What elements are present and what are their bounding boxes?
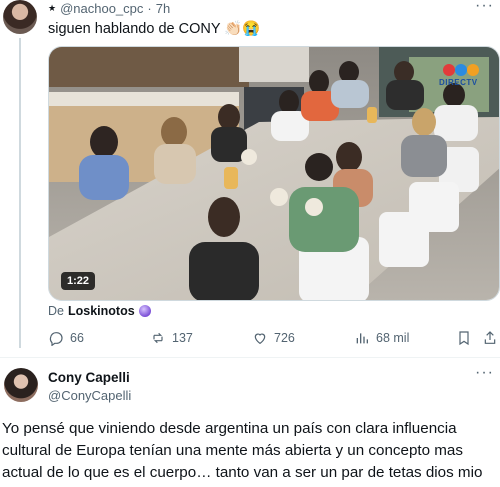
- like-button[interactable]: 726: [252, 330, 295, 346]
- video-player[interactable]: DIRECTV 1:22: [48, 46, 500, 301]
- post-text: siguen hablando de CONY 👏🏻😭: [48, 21, 261, 37]
- author-handle[interactable]: @ConyCapelli: [48, 388, 131, 403]
- reply-button[interactable]: 66: [48, 330, 84, 346]
- more-icon[interactable]: ···: [475, 364, 494, 382]
- heart-icon: [254, 333, 266, 345]
- attribution-name[interactable]: Loskinotos: [68, 304, 135, 318]
- more-icon[interactable]: ···: [475, 0, 494, 15]
- bookmark-button[interactable]: [456, 330, 472, 346]
- repost-button[interactable]: 137: [150, 330, 193, 346]
- directv-logo-icon: [443, 64, 479, 76]
- author-handle[interactable]: @nachoo_cpc: [60, 1, 143, 16]
- timestamp[interactable]: 7h: [156, 1, 170, 16]
- divider: [0, 357, 500, 358]
- attribution-prefix: De: [48, 304, 64, 318]
- thread-line: [19, 38, 21, 348]
- star-icon: ★: [48, 3, 57, 13]
- share-button[interactable]: [482, 330, 498, 346]
- action-bar: 66 137 726 68 mil: [48, 330, 500, 350]
- post-text: Yo pensé que viniendo desde argentina un…: [2, 420, 483, 481]
- views-count: 68 mil: [376, 331, 410, 345]
- post-header: ★ @nachoo_cpc · 7h: [48, 1, 170, 16]
- orb-icon: [138, 305, 151, 317]
- broadcaster-logo-text: DIRECTV: [439, 78, 478, 87]
- repost-count: 137: [172, 331, 193, 345]
- video-frame: [49, 47, 499, 300]
- views-icon: [356, 333, 368, 344]
- attribution: De Loskinotos: [48, 304, 151, 318]
- repost-icon: [153, 332, 163, 344]
- avatar[interactable]: [4, 368, 38, 402]
- bookmark-icon: [459, 331, 469, 346]
- avatar[interactable]: [3, 0, 37, 34]
- views-button[interactable]: 68 mil: [354, 330, 409, 346]
- reply-count: 66: [70, 331, 84, 345]
- broadcaster-logo: DIRECTV: [439, 61, 489, 87]
- author-name[interactable]: Cony Capelli: [48, 370, 130, 385]
- reply-icon: [49, 332, 63, 346]
- video-duration: 1:22: [61, 272, 96, 290]
- separator: ·: [147, 1, 152, 16]
- like-count: 726: [274, 331, 295, 345]
- share-icon: [484, 331, 496, 344]
